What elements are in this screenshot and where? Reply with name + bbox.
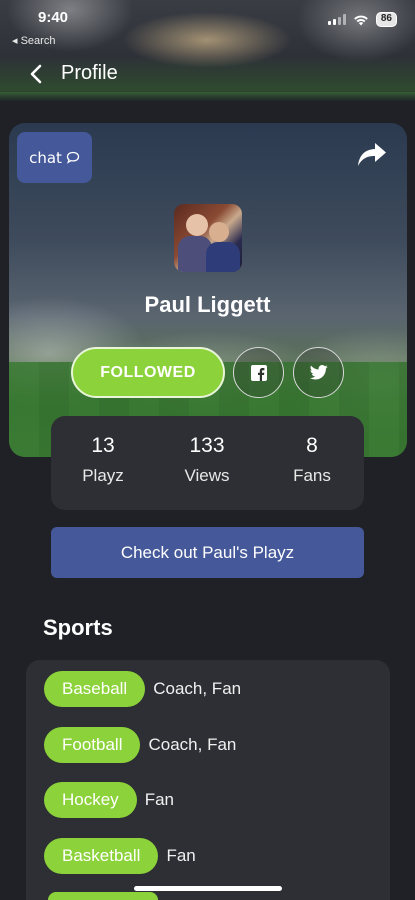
sport-pill-partial (48, 892, 158, 900)
stat-views: 133 Views (162, 434, 252, 486)
home-indicator (134, 886, 282, 891)
sport-roles: Coach, Fan (148, 735, 237, 754)
share-button[interactable] (356, 141, 388, 169)
sport-pill-football[interactable]: Football (44, 727, 141, 763)
share-icon (358, 143, 386, 166)
sport-roles: Fan (166, 846, 196, 865)
stat-label: Playz (82, 466, 124, 485)
back-button[interactable] (27, 62, 45, 86)
stats-panel: 13 Playz 133 Views 8 Fans (51, 416, 364, 510)
list-item: Hockey Fan (44, 782, 174, 818)
stat-value: 133 (189, 434, 225, 457)
twitter-icon (309, 365, 328, 380)
stat-label: Fans (293, 466, 331, 485)
chat-label: chat (29, 148, 62, 167)
stat-value: 8 (306, 434, 318, 457)
facebook-icon (250, 364, 267, 381)
stat-label: Views (184, 466, 230, 485)
page-title: Profile (61, 62, 118, 84)
back-chevron-icon (30, 64, 42, 84)
sport-pill-basketball[interactable]: Basketball (44, 838, 159, 874)
followed-button[interactable]: FOLLOWED (71, 347, 225, 398)
stat-playz: 13 Playz (58, 434, 148, 486)
twitter-button[interactable] (293, 347, 344, 398)
battery-indicator: 86 (375, 12, 397, 27)
status-back-link[interactable]: ◂ Search (12, 34, 55, 47)
sport-roles: Coach, Fan (153, 679, 242, 698)
header-background: 9:40 ◂ Search 86 Profile (0, 0, 415, 102)
stat-value: 13 (91, 434, 115, 457)
facebook-button[interactable] (233, 347, 284, 398)
profile-name: Paul Liggett (144, 292, 271, 317)
sport-pill-hockey[interactable]: Hockey (44, 782, 137, 818)
signal-icon (327, 14, 346, 25)
chat-bubble-icon (66, 151, 80, 164)
sport-pill-baseball[interactable]: Baseball (44, 671, 146, 707)
list-item: Baseball Coach, Fan (44, 671, 241, 707)
list-item: Football Coach, Fan (44, 727, 236, 763)
sport-roles: Fan (144, 790, 174, 809)
list-item: Basketball Fan (44, 838, 196, 874)
wifi-icon (354, 15, 368, 25)
chat-button[interactable]: chat (17, 132, 92, 183)
status-icons: 86 (327, 12, 397, 27)
sports-section-title: Sports (43, 615, 113, 640)
stat-fans: 8 Fans (267, 434, 357, 486)
avatar (174, 204, 242, 272)
check-out-playz-button[interactable]: Check out Paul's Playz (51, 527, 364, 578)
status-time: 9:40 (38, 9, 69, 26)
